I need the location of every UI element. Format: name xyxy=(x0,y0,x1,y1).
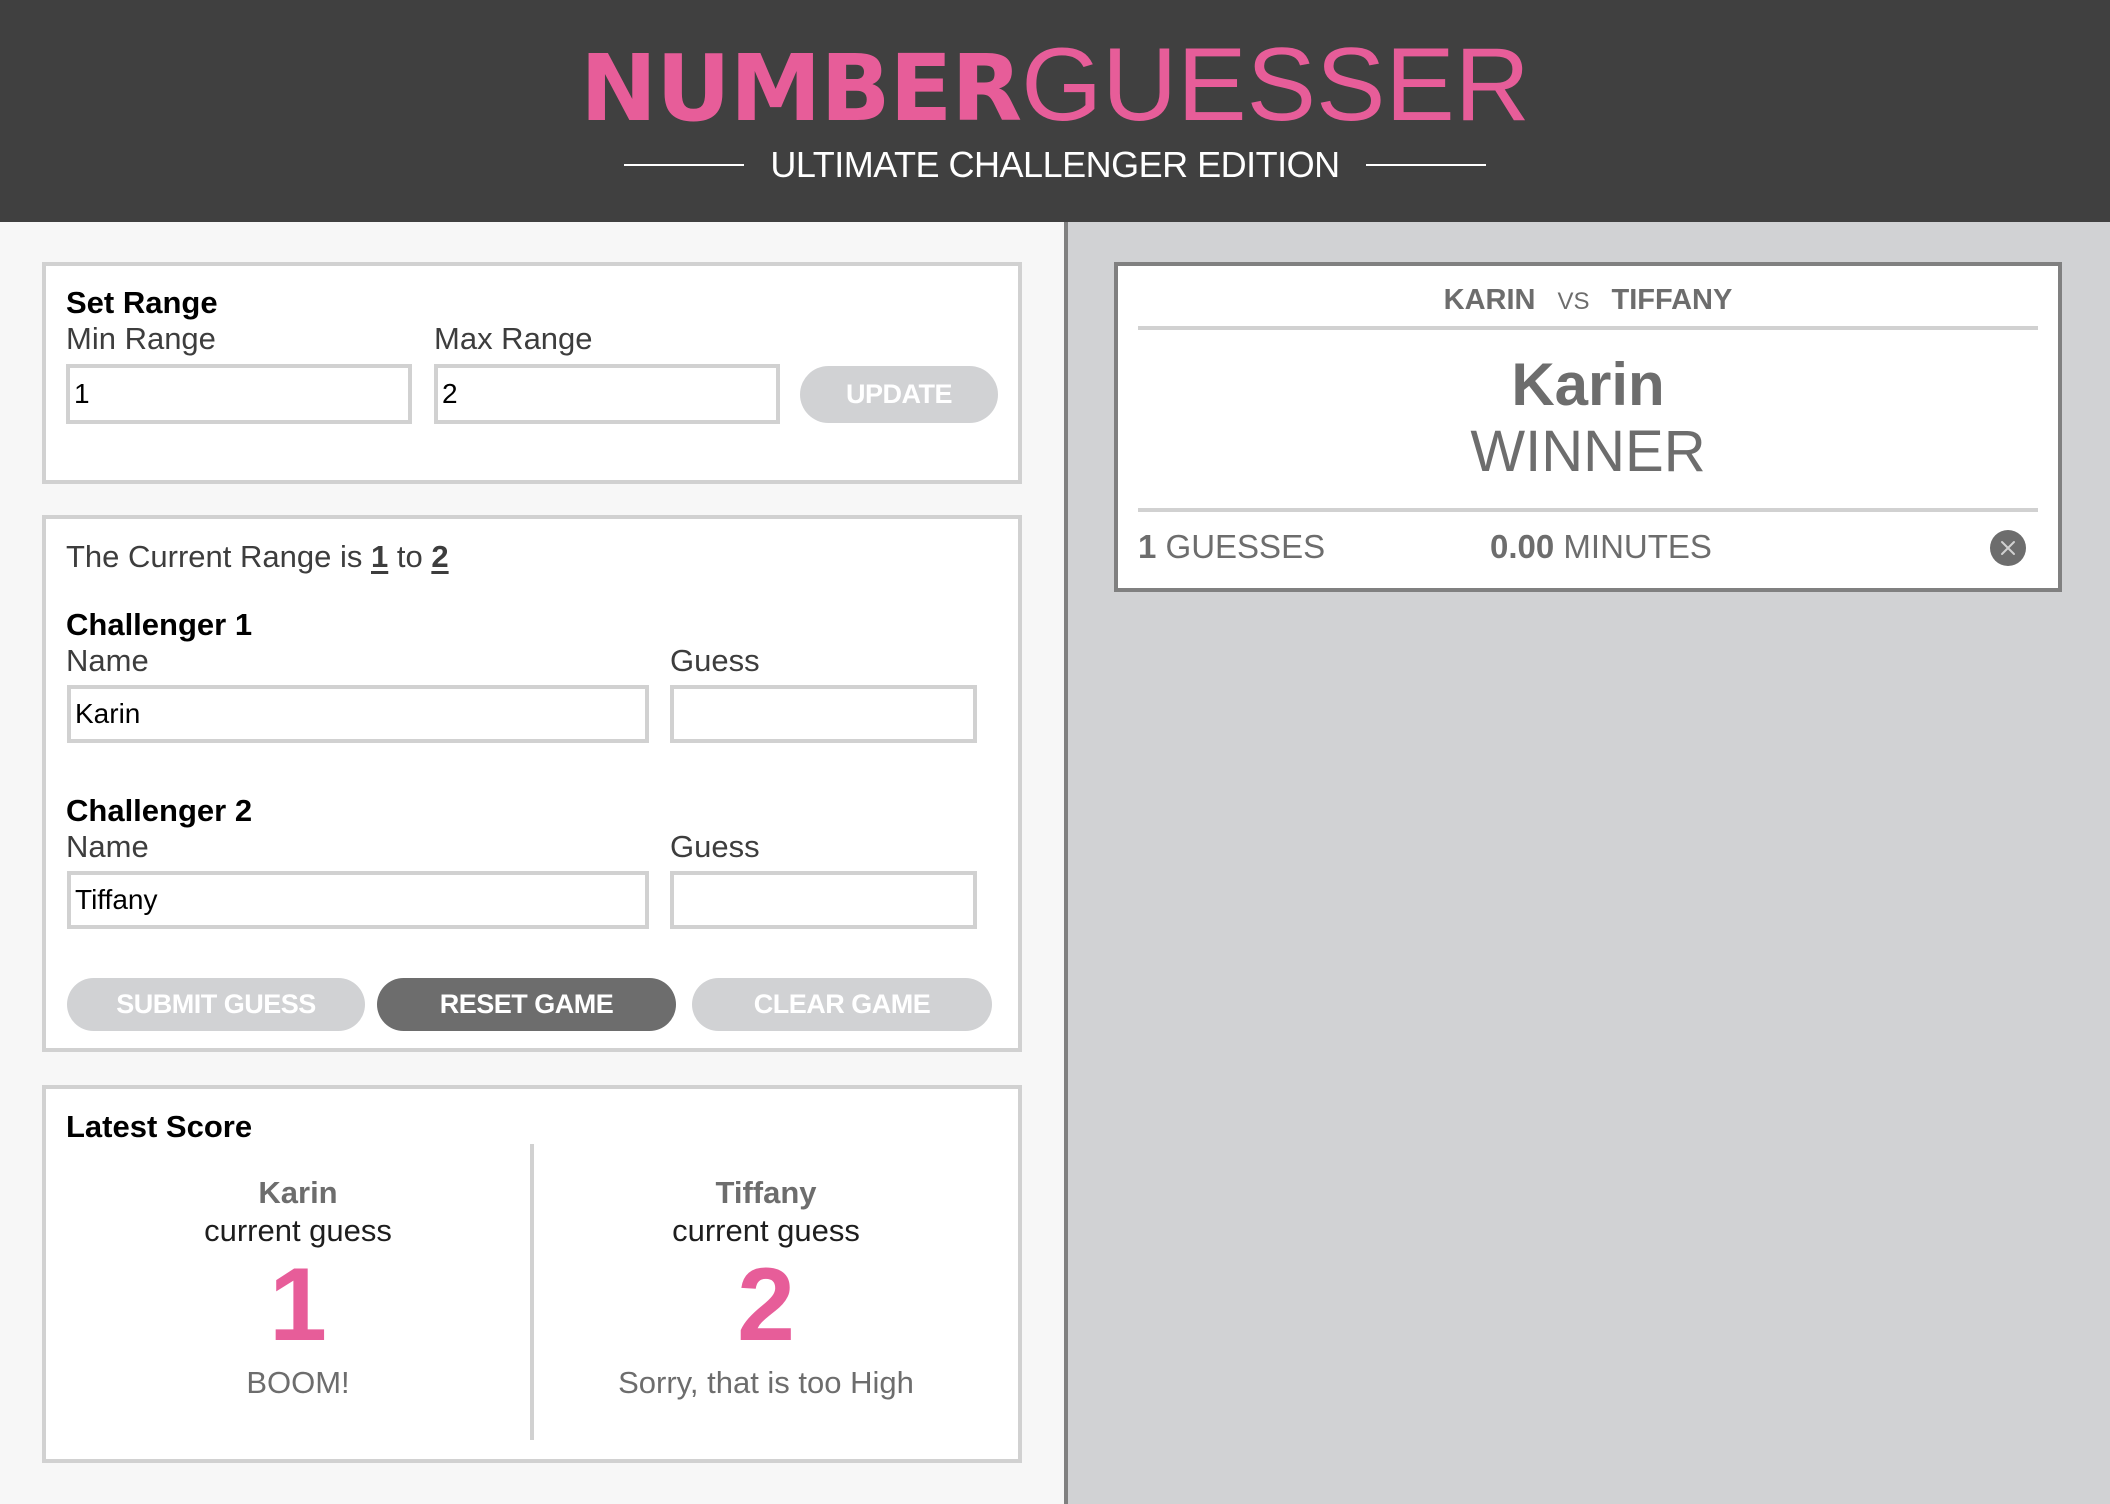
range-max-value: 2 xyxy=(431,539,449,574)
challengers-section xyxy=(42,515,1022,1052)
challenger1-heading: Challenger 1 xyxy=(66,607,253,642)
score-player-message: BOOM! xyxy=(246,1365,350,1400)
card-divider-bottom xyxy=(1138,508,2038,512)
score-divider xyxy=(530,1144,534,1440)
reset-game-button[interactable]: RESET GAME xyxy=(377,978,676,1031)
range-prefix: The Current Range is xyxy=(66,539,363,574)
max-range-label: Max Range xyxy=(434,321,593,356)
subtitle-line-left xyxy=(624,164,745,166)
score-player-message: Sorry, that is too High xyxy=(618,1365,914,1400)
app-title-bold: NUMBER xyxy=(580,35,1022,142)
current-range-text: The Current Range is 1 to 2 xyxy=(66,538,449,576)
min-range-label: Min Range xyxy=(66,321,216,356)
latest-score-heading: Latest Score xyxy=(66,1109,253,1144)
matchup-player1: KARIN xyxy=(1443,284,1536,316)
matchup-player2: TIFFANY xyxy=(1611,284,1733,316)
challenger1-guess-label: Guess xyxy=(670,643,760,678)
card-divider-top xyxy=(1138,326,2038,330)
minutes-stat: 0.00 MINUTES xyxy=(1490,527,1712,567)
guesses-stat: 1 GUESSES xyxy=(1138,527,1325,567)
minutes-label: MINUTES xyxy=(1563,528,1712,565)
update-button[interactable]: UPDATE xyxy=(800,366,998,423)
challenger2-heading: Challenger 2 xyxy=(66,793,253,828)
app-subtitle-row: ULTIMATE CHALLENGER EDITION xyxy=(0,140,2110,190)
challenger1-name-label: Name xyxy=(66,643,149,678)
set-range-heading: Set Range xyxy=(66,285,218,320)
matchup-title: KARIN VS TIFFANY xyxy=(1114,282,2062,320)
guesses-label: GUESSES xyxy=(1165,528,1326,565)
score-player-sub: current guess xyxy=(672,1213,860,1248)
range-joiner: to xyxy=(396,539,423,574)
matchup-vs: VS xyxy=(1557,288,1590,315)
challenger2-name-label: Name xyxy=(66,829,149,864)
score-player-sub: current guess xyxy=(204,1213,392,1248)
score-player-1: Karin current guess 1 BOOM! xyxy=(78,1174,518,1402)
app-title: NUMBERGUESSER xyxy=(0,30,2110,144)
max-range-input[interactable] xyxy=(434,364,780,424)
score-player-2: Tiffany current guess 2 Sorry, that is t… xyxy=(546,1174,986,1402)
score-player-name: Karin xyxy=(258,1175,338,1210)
min-range-input[interactable] xyxy=(66,364,412,424)
challenger2-guess-label: Guess xyxy=(670,829,760,864)
close-card-button[interactable] xyxy=(1990,530,2026,566)
subtitle-line-right xyxy=(1365,164,1486,166)
winner-name: Karin xyxy=(1511,351,1665,418)
clear-game-button[interactable]: CLEAR GAME xyxy=(692,978,992,1031)
app-title-light: GUESSER xyxy=(1021,27,1530,143)
challenger1-guess-input[interactable] xyxy=(670,685,977,743)
challenger1-name-input[interactable] xyxy=(67,685,649,743)
score-player-guess: 1 xyxy=(269,1247,327,1363)
close-icon xyxy=(2001,541,2015,555)
challenger2-name-input[interactable] xyxy=(67,871,649,929)
score-player-guess: 2 xyxy=(737,1247,795,1363)
range-min-value: 1 xyxy=(371,539,389,574)
minutes-value: 0.00 xyxy=(1490,528,1555,565)
winner-label: WINNER xyxy=(1470,419,1706,484)
app-subtitle: ULTIMATE CHALLENGER EDITION xyxy=(770,144,1340,185)
guesses-count: 1 xyxy=(1138,528,1157,565)
submit-guess-button[interactable]: SUBMIT GUESS xyxy=(67,978,365,1031)
challenger2-guess-input[interactable] xyxy=(670,871,977,929)
score-player-name: Tiffany xyxy=(715,1175,817,1210)
